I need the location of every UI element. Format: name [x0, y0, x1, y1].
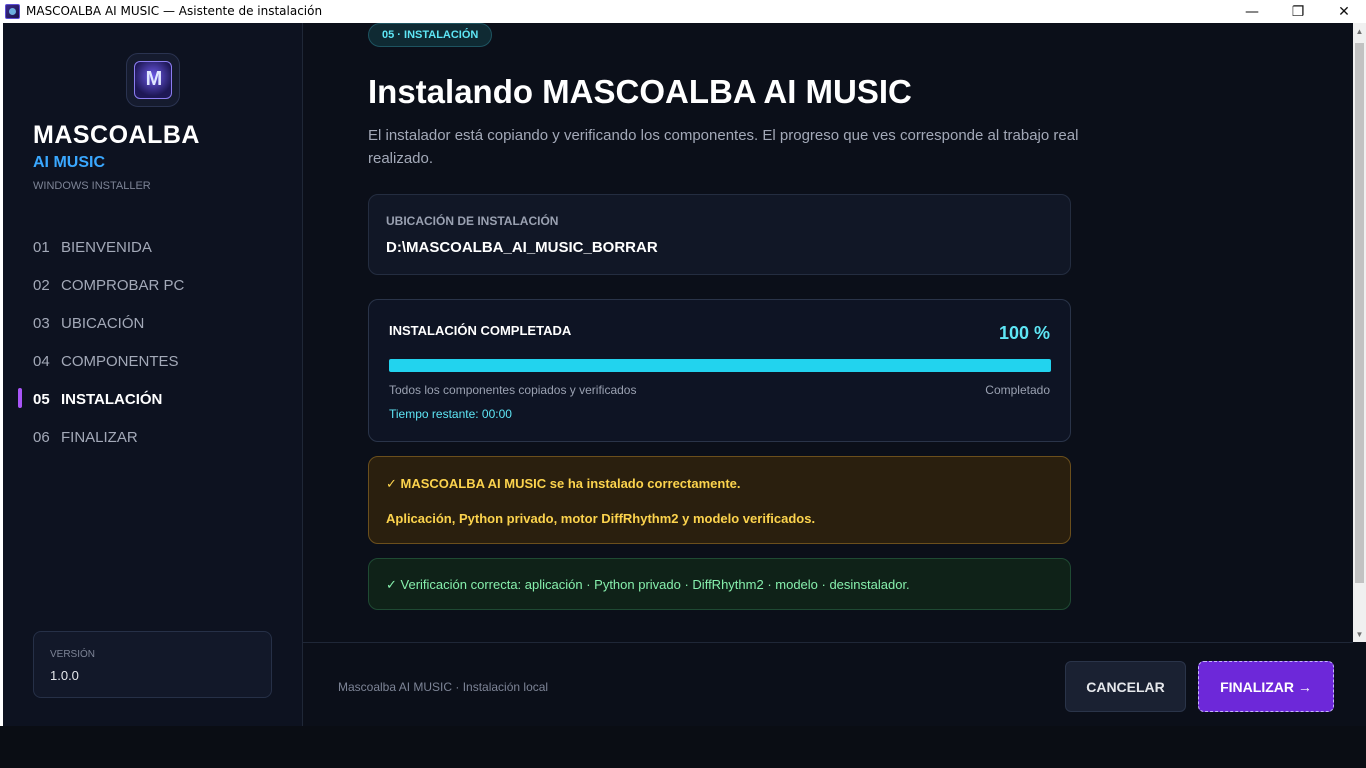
- active-step-indicator: [18, 388, 22, 408]
- success-details: Aplicación, Python privado, motor DiffRh…: [386, 511, 816, 526]
- step-number: 02: [33, 277, 50, 294]
- verification-card: ✓ Verificación correcta: aplicación · Py…: [368, 558, 1071, 610]
- minimize-icon[interactable]: —: [1229, 0, 1275, 23]
- finish-button[interactable]: FINALIZAR →: [1198, 661, 1334, 712]
- brand-caption: WINDOWS INSTALLER: [33, 180, 151, 192]
- scroll-down-icon[interactable]: ▼: [1353, 626, 1366, 642]
- step-number: 04: [33, 353, 50, 370]
- sidebar-item-finalizar[interactable]: 06 FINALIZAR: [33, 429, 138, 446]
- time-remaining: Tiempo restante: 00:00: [389, 407, 512, 421]
- sidebar-item-ubicacion[interactable]: 03 UBICACIÓN: [33, 315, 144, 332]
- install-location-card: UBICACIÓN DE INSTALACIÓN D:\MASCOALBA_AI…: [368, 194, 1071, 275]
- success-message-card: ✓ MASCOALBA AI MUSIC se ha instalado cor…: [368, 456, 1071, 544]
- window-bottom: [0, 726, 1366, 768]
- logo-icon: [134, 61, 173, 99]
- sidebar-item-bienvenida[interactable]: 01 BIENVENIDA: [33, 239, 152, 256]
- step-badge: 05 · INSTALACIÓN: [368, 23, 493, 47]
- step-label: FINALIZAR: [61, 429, 138, 446]
- sidebar-item-instalacion[interactable]: 05 INSTALACIÓN: [33, 391, 162, 408]
- location-value: D:\MASCOALBA_AI_MUSIC_BORRAR: [386, 239, 658, 256]
- page-title: Instalando MASCOALBA AI MUSIC: [368, 73, 912, 110]
- version-label: VERSIÓN: [50, 649, 96, 660]
- footer: Mascoalba AI MUSIC · Instalación local C…: [303, 642, 1353, 726]
- step-number: 01: [33, 239, 50, 256]
- step-label: INSTALACIÓN: [61, 391, 163, 408]
- progress-percent: 100 %: [998, 323, 1050, 343]
- maximize-icon[interactable]: ❐: [1275, 0, 1321, 23]
- progress-bar: [389, 359, 1051, 372]
- step-number: 05: [33, 391, 50, 408]
- cancel-button[interactable]: CANCELAR: [1065, 661, 1186, 712]
- sidebar-item-componentes[interactable]: 04 COMPONENTES: [33, 353, 179, 370]
- location-label: UBICACIÓN DE INSTALACIÓN: [386, 214, 559, 228]
- progress-title: INSTALACIÓN COMPLETADA: [389, 323, 572, 338]
- step-number: 03: [33, 315, 50, 332]
- step-label: COMPONENTES: [61, 353, 179, 370]
- success-message: ✓ MASCOALBA AI MUSIC se ha instalado cor…: [386, 476, 741, 491]
- progress-status: Completado: [985, 383, 1050, 397]
- version-value: 1.0.0: [50, 668, 79, 683]
- progress-card: INSTALACIÓN COMPLETADA 100 % Todos los c…: [368, 299, 1071, 442]
- close-icon[interactable]: ✕: [1321, 0, 1366, 23]
- scroll-up-icon[interactable]: ▲: [1353, 23, 1366, 39]
- sidebar-item-comprobar-pc[interactable]: 02 COMPROBAR PC: [33, 277, 184, 294]
- window-title: MASCOALBA AI MUSIC — Asistente de instal…: [26, 4, 323, 18]
- title-bar: MASCOALBA AI MUSIC — Asistente de instal…: [0, 0, 1366, 23]
- step-label: COMPROBAR PC: [61, 277, 185, 294]
- scrollbar[interactable]: ▲ ▼: [1353, 23, 1366, 642]
- footer-text: Mascoalba AI MUSIC · Instalación local: [338, 680, 549, 694]
- app-icon: [5, 4, 20, 19]
- scroll-thumb[interactable]: [1355, 43, 1364, 583]
- progress-detail: Todos los componentes copiados y verific…: [389, 383, 637, 397]
- page-description: El instalador está copiando y verificand…: [368, 127, 1079, 167]
- brand-subtitle: AI MUSIC: [33, 154, 105, 171]
- version-box: VERSIÓN 1.0.0: [33, 631, 272, 698]
- verification-message: ✓ Verificación correcta: aplicación · Py…: [386, 577, 910, 592]
- brand-name: MASCOALBA: [33, 121, 200, 149]
- step-number: 06: [33, 429, 50, 446]
- step-label: UBICACIÓN: [61, 315, 145, 332]
- sidebar: MASCOALBA AI MUSIC WINDOWS INSTALLER 01 …: [3, 23, 303, 726]
- step-label: BIENVENIDA: [61, 239, 152, 256]
- logo: [126, 53, 180, 107]
- progress-bar-fill: [389, 359, 1051, 372]
